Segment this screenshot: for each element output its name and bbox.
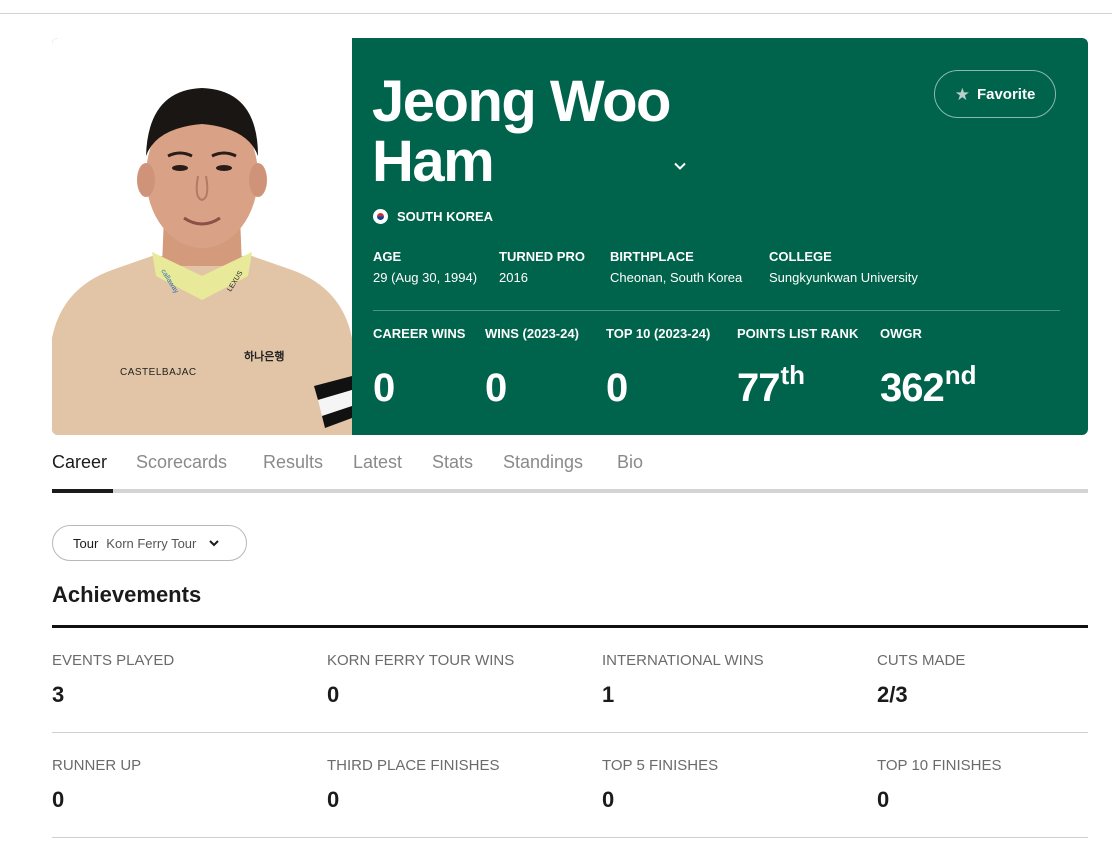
tour-dropdown-label: Tour [73, 535, 99, 551]
stat-value: 0 [373, 366, 395, 410]
tab-scorecards[interactable]: Scorecards [136, 452, 227, 473]
country-name: SOUTH KOREA [397, 209, 494, 224]
achievement-value: 1 [602, 682, 615, 707]
sponsor-logo-right: 하나은행 [244, 351, 285, 363]
tabs-track [52, 489, 1088, 493]
achievement-label: THIRD PLACE FINISHES [327, 757, 500, 774]
bio-college: COLLEGE Sungkyunkwan University [769, 249, 918, 285]
player-hero: CASTELBAJAC 하나은행 callaway LEXUS Jeong Wo… [52, 38, 1088, 435]
bio-age: AGE 29 (Aug 30, 1994) [373, 249, 477, 285]
tour-dropdown[interactable]: Tour Korn Ferry Tour [52, 525, 247, 561]
tab-stats[interactable]: Stats [432, 452, 473, 473]
achievement-cuts-made: CUTS MADE 2/3 [877, 652, 965, 708]
stat-value: 0 [485, 366, 507, 410]
achievement-label: RUNNER UP [52, 757, 142, 774]
tab-bio[interactable]: Bio [617, 452, 643, 473]
tour-dropdown-value: Korn Ferry Tour [106, 535, 197, 551]
stat-owgr: OWGR 362nd [880, 326, 977, 410]
bio-birthplace: BIRTHPLACE Cheonan, South Korea [610, 249, 742, 285]
stat-value: 362nd [880, 360, 977, 410]
stat-points-list-rank: POINTS LIST RANK 77th [737, 326, 858, 410]
top-divider [0, 13, 1112, 14]
stat-label: CAREER WINS [373, 326, 466, 341]
bio-value: Sungkyunkwan University [769, 270, 918, 285]
achievement-events-played: EVENTS PLAYED 3 [52, 652, 174, 708]
achievement-value: 3 [52, 682, 65, 707]
achievement-top5: TOP 5 FINISHES 0 [602, 757, 718, 813]
achievement-kft-wins: KORN FERRY TOUR WINS 0 [327, 652, 514, 708]
achievements-grid: EVENTS PLAYED 3 KORN FERRY TOUR WINS 0 I… [52, 628, 1088, 838]
achievement-label: CUTS MADE [877, 652, 966, 669]
achievements-row: RUNNER UP 0 THIRD PLACE FINISHES 0 TOP 5… [52, 733, 1088, 838]
stat-career-wins: CAREER WINS 0 [373, 326, 465, 410]
player-country: SOUTH KOREA [373, 209, 493, 224]
player-name: Jeong Woo Ham [372, 72, 692, 192]
bio-label: BIRTHPLACE [610, 249, 694, 264]
stat-value: 77th [737, 360, 806, 410]
sponsor-logo-left: CASTELBAJAC [120, 367, 197, 378]
favorite-label: Favorite [976, 85, 1036, 103]
achievement-label: TOP 10 FINISHES [877, 757, 1002, 774]
profile-tabs: Career Scorecards Results Latest Stats S… [52, 448, 1088, 493]
stat-season-top10: TOP 10 (2023-24) 0 [606, 326, 710, 410]
achievement-value: 0 [327, 787, 340, 812]
favorite-button[interactable]: ★ Favorite [934, 70, 1056, 118]
achievements-title: Achievements [52, 582, 202, 607]
achievement-value: 0 [52, 787, 65, 812]
player-photo: CASTELBAJAC 하나은행 callaway LEXUS [52, 38, 352, 435]
star-icon: ★ [954, 84, 970, 104]
stat-label: WINS (2023-24) [485, 326, 579, 341]
achievement-value: 0 [327, 682, 340, 707]
achievement-label: EVENTS PLAYED [52, 652, 175, 669]
hero-divider [373, 310, 1060, 311]
achievement-label: INTERNATIONAL WINS [602, 652, 764, 669]
bio-label: AGE [373, 249, 402, 264]
stat-label: TOP 10 (2023-24) [606, 326, 711, 341]
achievement-top10: TOP 10 FINISHES 0 [877, 757, 1002, 813]
active-tab-indicator [52, 489, 113, 493]
bio-label: TURNED PRO [499, 249, 585, 264]
bio-value: 29 (Aug 30, 1994) [373, 270, 478, 285]
tab-career[interactable]: Career [52, 452, 107, 473]
tab-results[interactable]: Results [263, 452, 323, 473]
achievement-value: 0 [877, 787, 890, 812]
stat-label: POINTS LIST RANK [737, 326, 859, 341]
bio-value: 2016 [499, 270, 528, 285]
achievement-third-place: THIRD PLACE FINISHES 0 [327, 757, 500, 813]
player-last-name: Ham [372, 129, 495, 194]
stat-season-wins: WINS (2023-24) 0 [485, 326, 579, 410]
south-korea-flag-icon [373, 209, 388, 224]
chevron-down-icon [209, 540, 220, 547]
player-first-name: Jeong Woo [372, 69, 671, 134]
achievement-label: TOP 5 FINISHES [602, 757, 719, 774]
achievements-row: EVENTS PLAYED 3 KORN FERRY TOUR WINS 0 I… [52, 628, 1088, 733]
stat-label: OWGR [880, 326, 922, 341]
bio-label: COLLEGE [769, 249, 832, 264]
chevron-down-icon[interactable] [672, 158, 688, 174]
tab-latest[interactable]: Latest [353, 452, 402, 473]
tab-standings[interactable]: Standings [503, 452, 583, 473]
achievement-value: 2/3 [877, 682, 908, 707]
stat-value: 0 [606, 366, 628, 410]
achievement-international-wins: INTERNATIONAL WINS 1 [602, 652, 764, 708]
achievement-label: KORN FERRY TOUR WINS [327, 652, 515, 669]
bio-turned-pro: TURNED PRO 2016 [499, 249, 585, 285]
achievement-runner-up: RUNNER UP 0 [52, 757, 141, 813]
achievement-value: 0 [602, 787, 615, 812]
bio-value: Cheonan, South Korea [610, 270, 743, 285]
